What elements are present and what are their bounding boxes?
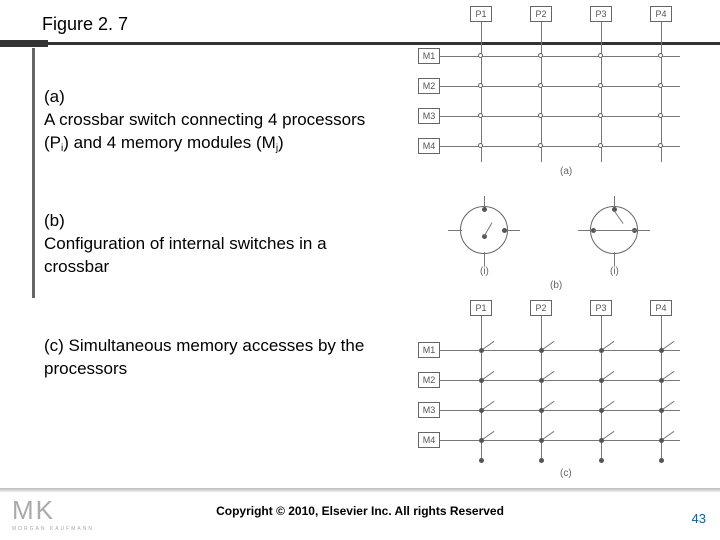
diagram-b-caption: (b) bbox=[550, 280, 562, 291]
hc4 bbox=[440, 440, 680, 441]
cd bbox=[479, 378, 484, 383]
node bbox=[478, 143, 483, 148]
cd bbox=[659, 408, 664, 413]
caption-c-text: (c) Simultaneous memory accesses by the … bbox=[44, 336, 364, 378]
logo-sub: MORGAN KAUFMANN bbox=[12, 526, 94, 532]
p3-box: P3 bbox=[590, 6, 612, 22]
p4-box: P4 bbox=[650, 6, 672, 22]
p1c: P1 bbox=[470, 300, 492, 316]
hc3 bbox=[440, 410, 680, 411]
node bbox=[478, 53, 483, 58]
cd bbox=[479, 408, 484, 413]
h1 bbox=[440, 56, 680, 57]
figure-title: Figure 2. 7 bbox=[42, 14, 128, 35]
caption-c: (c) Simultaneous memory accesses by the … bbox=[44, 335, 374, 381]
switch-closed-label: (i) bbox=[610, 266, 619, 277]
diagram-a: P1 P2 P3 P4 M1 M2 M3 M4 (a) bbox=[410, 6, 690, 181]
node bbox=[598, 53, 603, 58]
m3-box: M3 bbox=[418, 108, 440, 124]
cd bbox=[599, 378, 604, 383]
m1-box: M1 bbox=[418, 48, 440, 64]
diagram-a-caption: (a) bbox=[560, 166, 572, 177]
caption-a-text2: ) and 4 memory modules (M bbox=[63, 133, 276, 152]
caption-b: (b) Configuration of internal switches i… bbox=[44, 210, 374, 279]
m4c: M4 bbox=[418, 432, 440, 448]
m2c: M2 bbox=[418, 372, 440, 388]
switch-open bbox=[460, 206, 508, 254]
caption-a-sub1: i bbox=[61, 143, 63, 154]
page-number: 43 bbox=[692, 511, 706, 526]
node bbox=[538, 143, 543, 148]
cd bbox=[599, 458, 604, 463]
m3c: M3 bbox=[418, 402, 440, 418]
cd bbox=[539, 438, 544, 443]
m4-box: M4 bbox=[418, 138, 440, 154]
sh4 bbox=[636, 230, 650, 231]
caption-a: (a) A crossbar switch connecting 4 proce… bbox=[44, 86, 374, 155]
cd bbox=[479, 348, 484, 353]
cd bbox=[659, 348, 664, 353]
v2 bbox=[541, 22, 542, 162]
term bbox=[502, 228, 507, 233]
p1-box: P1 bbox=[470, 6, 492, 22]
cd bbox=[659, 378, 664, 383]
cd bbox=[599, 348, 604, 353]
sh1 bbox=[448, 230, 462, 231]
m2-box: M2 bbox=[418, 78, 440, 94]
node bbox=[658, 113, 663, 118]
node bbox=[598, 83, 603, 88]
accent-bar bbox=[32, 48, 35, 298]
cd bbox=[599, 408, 604, 413]
h2 bbox=[440, 86, 680, 87]
node bbox=[538, 83, 543, 88]
cd bbox=[539, 348, 544, 353]
cd bbox=[659, 438, 664, 443]
node bbox=[598, 143, 603, 148]
sv2 bbox=[484, 252, 485, 266]
through bbox=[594, 230, 636, 231]
node bbox=[658, 53, 663, 58]
copyright-text: Copyright © 2010, Elsevier Inc. All righ… bbox=[0, 504, 720, 518]
caption-a-sub2: j bbox=[276, 143, 278, 154]
diagram-c: P1 P2 P3 P4 M1 M2 M3 M4 (c) bbox=[410, 300, 690, 485]
cd bbox=[659, 458, 664, 463]
hc1 bbox=[440, 350, 680, 351]
node bbox=[538, 53, 543, 58]
v4 bbox=[661, 22, 662, 162]
v1 bbox=[481, 22, 482, 162]
node bbox=[538, 113, 543, 118]
diagram-b: (i) (i) (b) bbox=[410, 196, 690, 296]
cd bbox=[539, 408, 544, 413]
p2-box: P2 bbox=[530, 6, 552, 22]
sh3 bbox=[578, 230, 592, 231]
m1c: M1 bbox=[418, 342, 440, 358]
cd bbox=[479, 458, 484, 463]
node bbox=[598, 113, 603, 118]
caption-b-text: Configuration of internal switches in a … bbox=[44, 234, 327, 276]
sh2 bbox=[506, 230, 520, 231]
cd bbox=[539, 378, 544, 383]
node bbox=[658, 143, 663, 148]
h3 bbox=[440, 116, 680, 117]
p2c: P2 bbox=[530, 300, 552, 316]
caption-b-label: (b) bbox=[44, 211, 65, 230]
footer-rule bbox=[0, 488, 720, 492]
switch-open-label: (i) bbox=[480, 266, 489, 277]
caption-a-text3: ) bbox=[278, 133, 284, 152]
hc2 bbox=[440, 380, 680, 381]
node bbox=[478, 83, 483, 88]
p3c: P3 bbox=[590, 300, 612, 316]
p4c: P4 bbox=[650, 300, 672, 316]
sv4 bbox=[614, 252, 615, 266]
diagram-c-caption: (c) bbox=[560, 468, 572, 479]
node bbox=[658, 83, 663, 88]
v3 bbox=[601, 22, 602, 162]
caption-a-label: (a) bbox=[44, 87, 65, 106]
node bbox=[478, 113, 483, 118]
cd bbox=[479, 438, 484, 443]
h4 bbox=[440, 146, 680, 147]
cd bbox=[539, 458, 544, 463]
term bbox=[482, 207, 487, 212]
cd bbox=[599, 438, 604, 443]
